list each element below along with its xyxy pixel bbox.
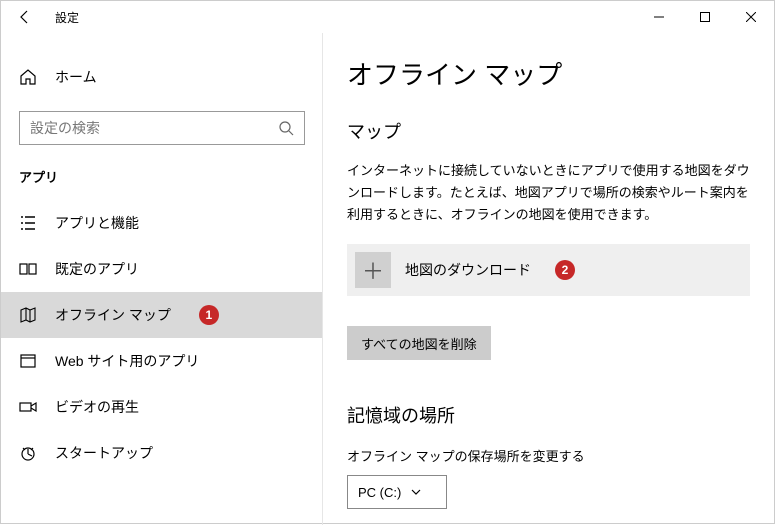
- back-button[interactable]: [9, 1, 41, 33]
- list-icon: [19, 214, 37, 232]
- sidebar-item-label: 既定のアプリ: [55, 259, 139, 279]
- sidebar-section-label: アプリ: [1, 155, 323, 200]
- search-icon: [278, 120, 294, 136]
- close-button[interactable]: [728, 1, 774, 33]
- section-storage-title: 記憶域の場所: [347, 402, 750, 428]
- main-content: オフライン マップ マップ インターネットに接続していないときにアプリで使用する…: [323, 33, 774, 525]
- video-icon: [19, 398, 37, 416]
- maps-description: インターネットに接続していないときにアプリで使用する地図をダウンロードします。た…: [347, 160, 750, 226]
- delete-all-maps-button[interactable]: すべての地図を削除: [347, 326, 491, 360]
- maximize-icon: [700, 12, 710, 22]
- sidebar-item-apps-features[interactable]: アプリと機能: [1, 200, 323, 246]
- chevron-down-icon: [411, 487, 421, 497]
- sidebar-item-web-apps[interactable]: Web サイト用のアプリ: [1, 338, 323, 384]
- annotation-badge: 1: [199, 305, 219, 325]
- plus-icon: ＋: [362, 254, 384, 286]
- sidebar-item-label: スタートアップ: [55, 443, 153, 463]
- download-map-row[interactable]: ＋ 地図のダウンロード 2: [347, 244, 750, 296]
- window-title: 設定: [55, 9, 79, 26]
- storage-location-dropdown[interactable]: PC (C:): [347, 475, 447, 509]
- web-apps-icon: [19, 352, 37, 370]
- arrow-left-icon: [17, 9, 33, 25]
- home-icon: [19, 68, 37, 86]
- startup-icon: [19, 444, 37, 462]
- defaults-icon: [19, 260, 37, 278]
- section-maps-title: マップ: [347, 118, 750, 144]
- titlebar: 設定: [1, 1, 774, 33]
- sidebar-item-label: ビデオの再生: [55, 397, 139, 417]
- search-box[interactable]: [19, 111, 305, 145]
- home-label: ホーム: [55, 67, 97, 87]
- annotation-badge: 2: [555, 260, 575, 280]
- sidebar-item-offline-maps[interactable]: オフライン マップ 1: [1, 292, 323, 338]
- map-icon: [19, 306, 37, 324]
- sidebar-item-default-apps[interactable]: 既定のアプリ: [1, 246, 323, 292]
- sidebar-item-label: アプリと機能: [55, 213, 139, 233]
- storage-sublabel: オフライン マップの保存場所を変更する: [347, 446, 750, 465]
- storage-location-value: PC (C:): [358, 485, 401, 500]
- close-icon: [746, 12, 756, 22]
- page-title: オフライン マップ: [347, 55, 750, 92]
- add-map-button[interactable]: ＋: [355, 252, 391, 288]
- sidebar-item-label: Web サイト用のアプリ: [55, 351, 199, 371]
- minimize-icon: [654, 12, 664, 22]
- maximize-button[interactable]: [682, 1, 728, 33]
- search-input[interactable]: [30, 120, 278, 136]
- sidebar-item-video-playback[interactable]: ビデオの再生: [1, 384, 323, 430]
- sidebar-item-label: オフライン マップ: [55, 305, 171, 325]
- home-button[interactable]: ホーム: [1, 57, 323, 97]
- download-map-label: 地図のダウンロード: [405, 260, 531, 280]
- sidebar: ホーム アプリ アプリと機能 既定のアプリ: [1, 33, 323, 525]
- minimize-button[interactable]: [636, 1, 682, 33]
- sidebar-item-startup[interactable]: スタートアップ: [1, 430, 323, 476]
